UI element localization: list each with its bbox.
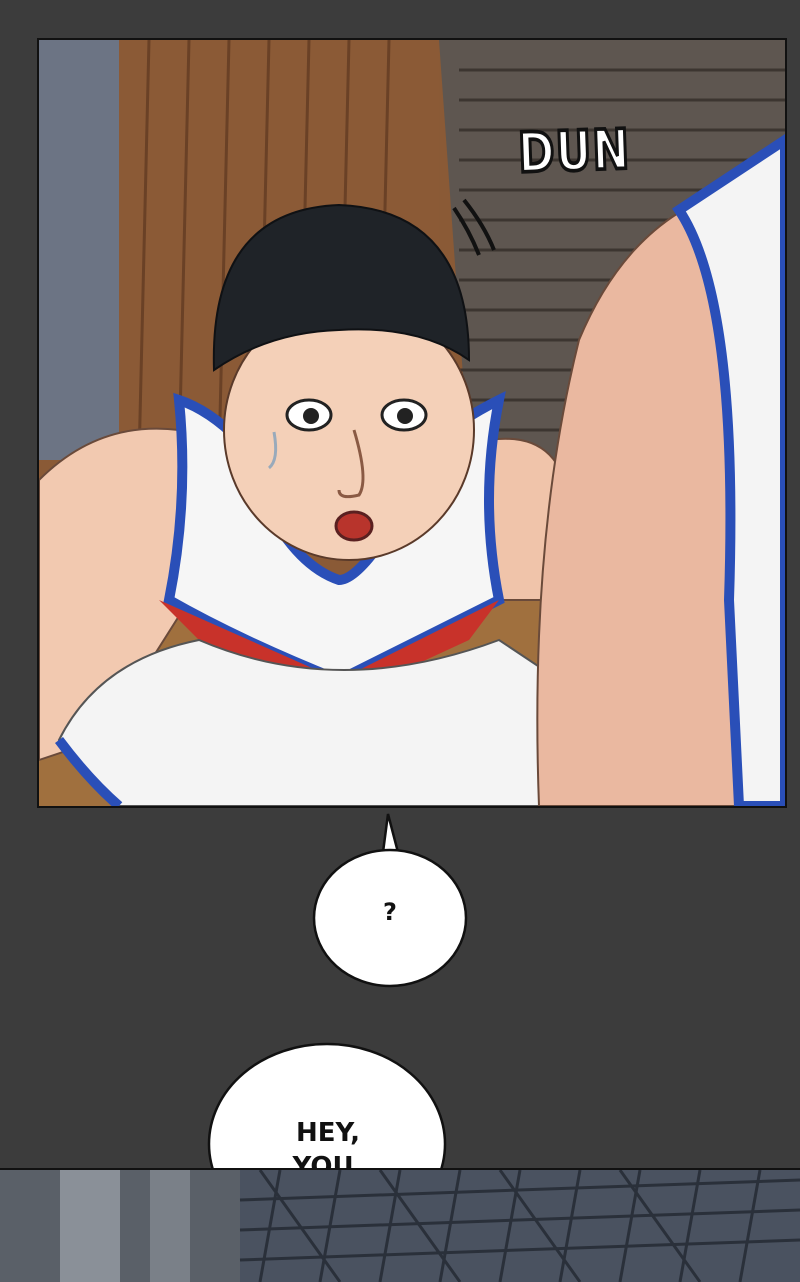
- panel-arena-roof: [0, 1168, 800, 1282]
- sound-effect-text: DUN: [515, 116, 633, 187]
- player-mouth: [334, 510, 374, 542]
- bubble-question-text: ?: [383, 898, 397, 926]
- background-wall: [39, 40, 119, 460]
- bubble-hey-line1: HEY,: [296, 1118, 360, 1148]
- panel-artwork: [39, 40, 785, 806]
- panel-player-crouch: DUN: [37, 38, 787, 808]
- arena-roof-artwork: [0, 1170, 800, 1282]
- comic-page: DUN ? HEY, YOU.: [0, 0, 800, 1282]
